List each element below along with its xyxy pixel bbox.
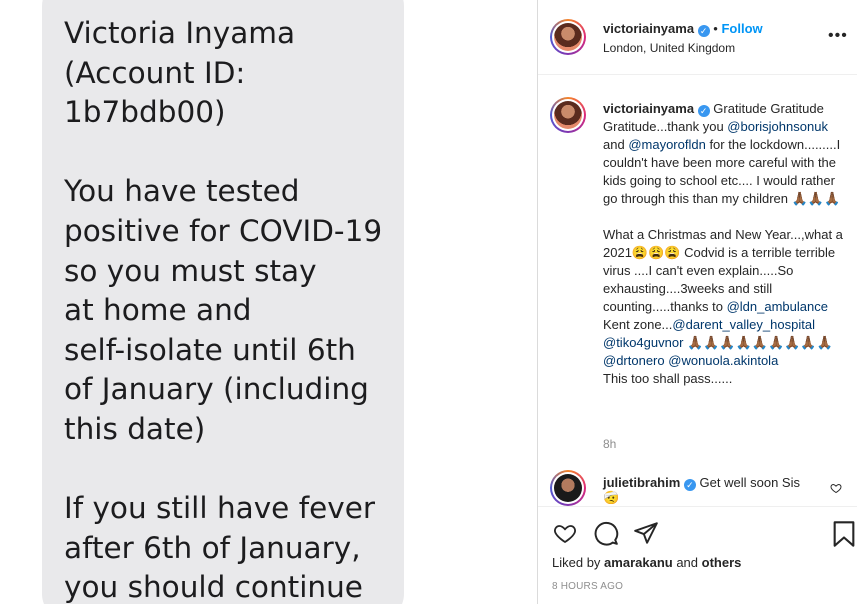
separator-dot: • [713,21,718,36]
caption-time[interactable]: 8h [603,437,616,451]
more-options-icon[interactable]: ••• [828,27,848,45]
post-caption: victoriainyama ✓ Gratitude Gratitude Gra… [603,100,848,388]
mention-link[interactable]: @mayorofldn [628,137,706,152]
post-header: victoriainyama ✓ • Follow London, United… [538,0,857,75]
caption-username[interactable]: victoriainyama [603,101,694,116]
comment-item: julietibrahim ✓ Get well soon Sis 🤕 [538,466,857,506]
mention-link[interactable]: @drtonero [603,353,665,368]
caption-text-2b: Kent zone... [603,317,673,332]
save-bookmark-icon[interactable] [832,520,856,553]
verified-badge-icon: ✓ [697,25,710,37]
comment-like-heart-icon[interactable] [830,481,842,499]
share-paper-plane-icon[interactable] [633,520,659,551]
verified-badge-icon: ✓ [683,479,696,491]
post-location[interactable]: London, United Kingdom [603,41,735,55]
verified-badge-icon: ✓ [697,105,710,117]
mention-link[interactable]: @darent_valley_hospital [672,317,815,332]
commenter-username[interactable]: julietibrahim [603,475,680,490]
post-actions: Liked by amarakanu and others 8 HOURS AG… [538,506,857,607]
mention-link[interactable]: @wonuola.akintola [668,353,778,368]
caption-text-2c: 🙏🏾🙏🏾🙏🏾🙏🏾🙏🏾🙏🏾🙏🏾🙏🏾🙏🏾 [683,335,833,350]
liked-by-mid: and [672,555,702,570]
mention-link[interactable]: @ldn_ambulance [727,299,828,314]
follow-button[interactable]: Follow [721,21,762,36]
mention-link[interactable]: @borisjohnsonuk [727,119,828,134]
mention-link[interactable]: @tiko4guvnor [603,335,683,350]
caption-avatar[interactable] [550,97,586,133]
liked-by-prefix: Liked by [552,555,605,570]
comment-emoji: 🤕 [603,490,620,504]
liked-by-user[interactable]: amarakanu [604,555,673,570]
like-heart-icon[interactable] [552,521,578,550]
post-timestamp[interactable]: 8 HOURS AGO [552,581,623,592]
likes-summary: Liked by amarakanu and others [552,555,741,570]
comment-text: Get well soon Sis [699,475,800,490]
post-sidebar: victoriainyama ✓ • Follow London, United… [538,0,857,604]
commenter-avatar[interactable] [550,470,586,506]
post-image: Victoria Inyama (Account ID: 1b7bdb00) Y… [0,0,538,604]
liked-by-others[interactable]: others [702,555,742,570]
sms-message-text: Victoria Inyama (Account ID: 1b7bdb00) Y… [64,16,383,604]
caption-text-1b: and [603,137,629,152]
caption-text-2d: This too shall pass...... [603,371,733,386]
comment-bubble-icon[interactable] [593,520,619,551]
author-username[interactable]: victoriainyama [603,21,694,36]
author-avatar[interactable] [550,19,586,55]
